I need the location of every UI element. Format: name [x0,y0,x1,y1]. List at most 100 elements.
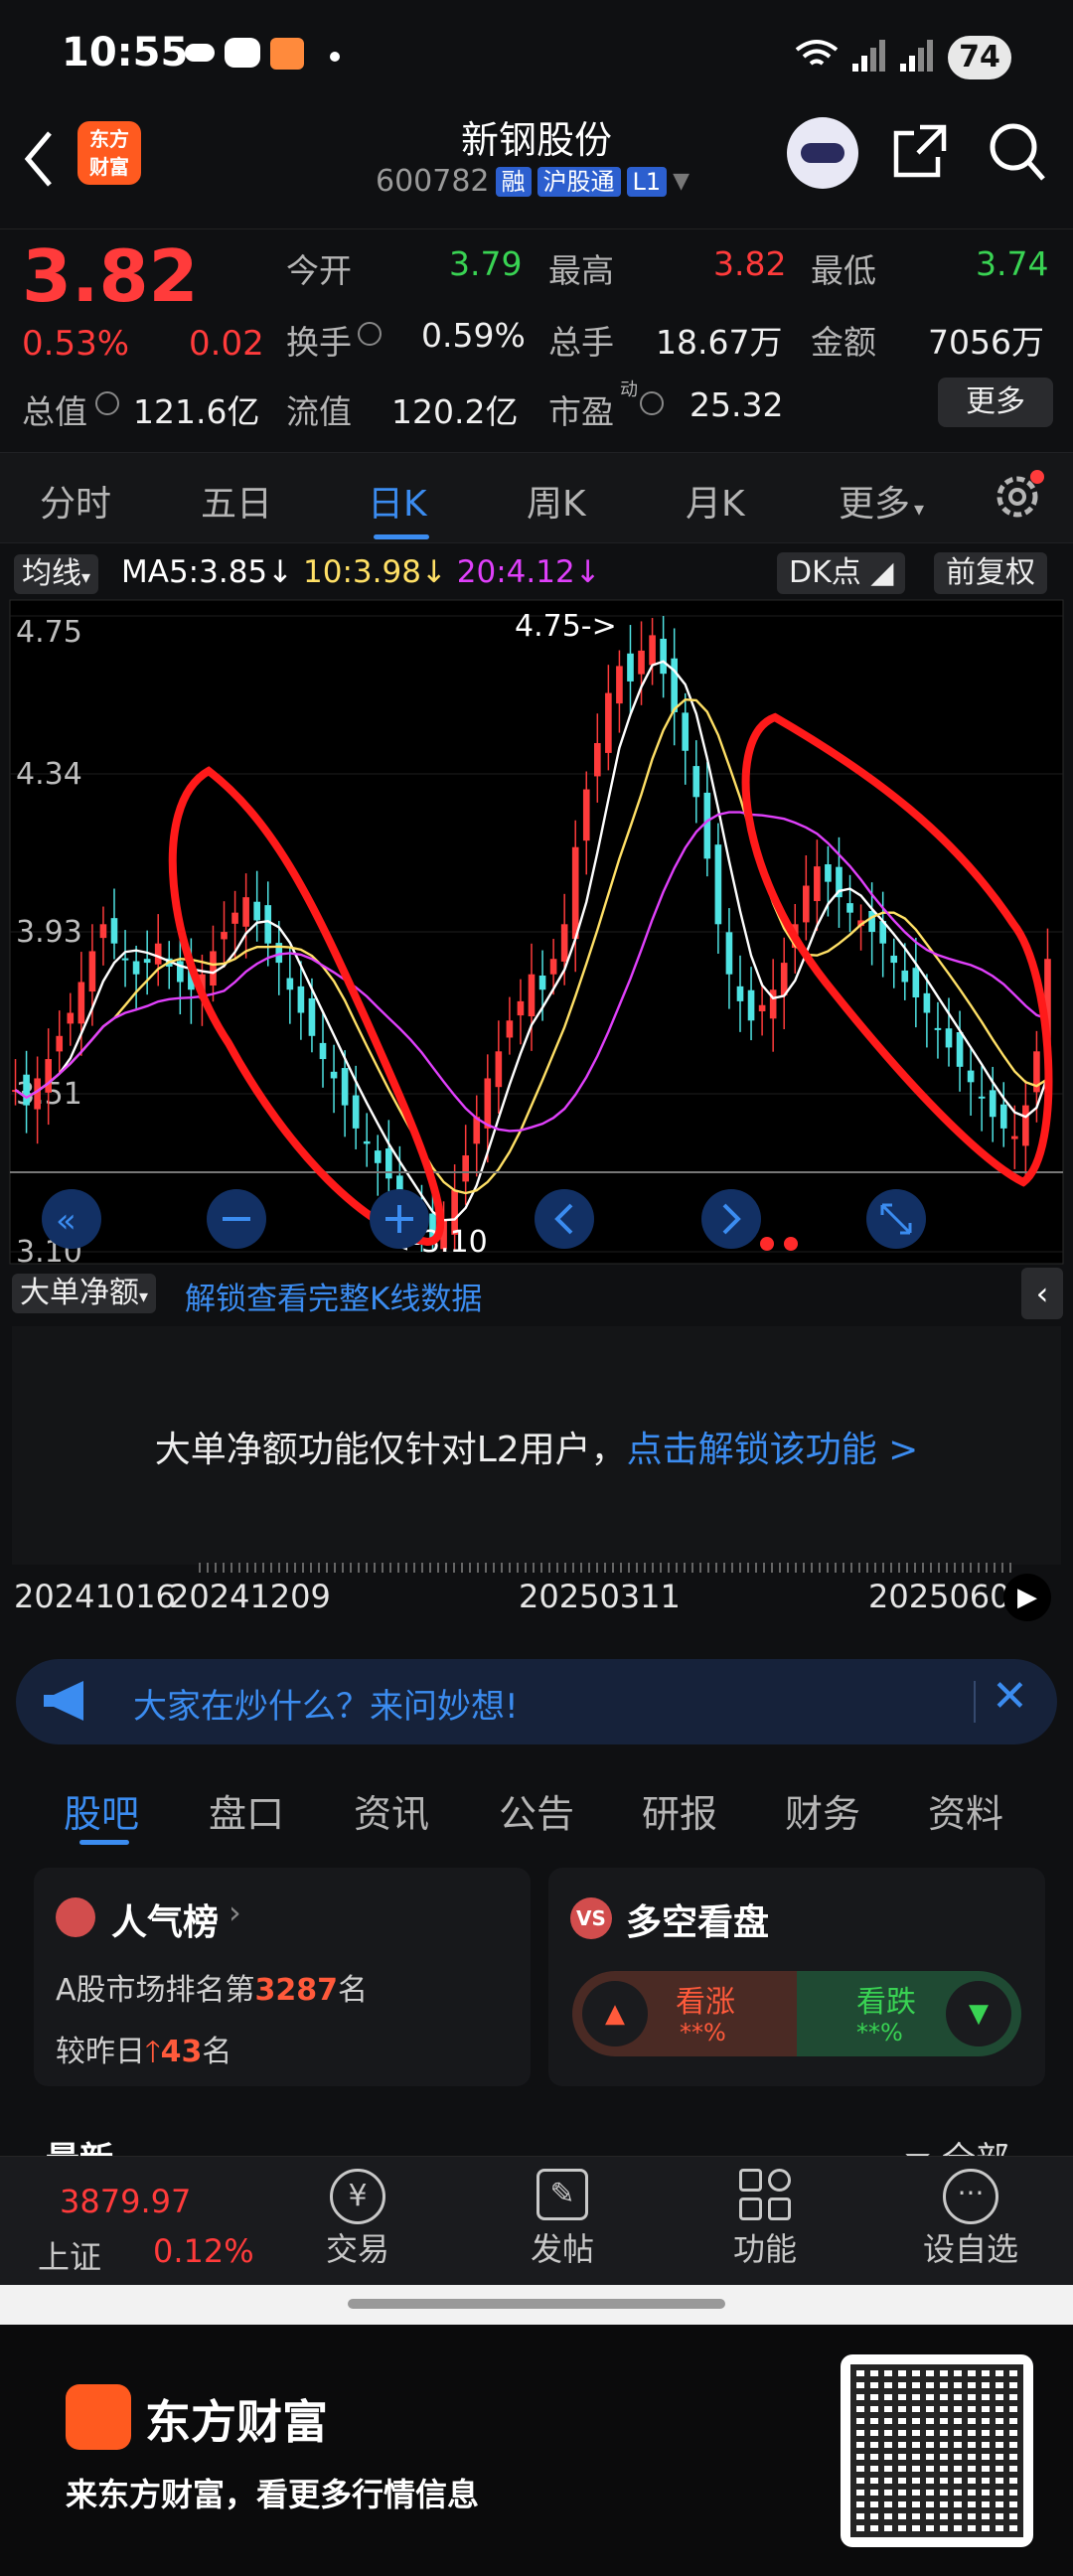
candle-body [945,1028,953,1048]
nav-features[interactable]: 功能 [723,2169,807,2270]
candle-body [484,1078,492,1129]
caret-down-icon: ▾ [139,1287,149,1307]
tab-intraday[interactable]: 分时 [40,475,111,527]
more-button[interactable]: 更多 [938,378,1053,427]
popularity-card[interactable]: 人气榜 › A股市场排名第3287名 较昨日🡑43名 [34,1868,531,2086]
candle-body [67,1012,75,1024]
bull-label: 看涨 [676,1985,735,2020]
tab-profile[interactable]: 资料 [928,1783,1003,1838]
candle-body [846,903,853,913]
status-bar: 10:55 74 [0,0,1073,109]
signal-icon [852,40,885,72]
candle-body [99,924,107,939]
high-label: 最高 [548,251,614,290]
grid-icon [739,2169,791,2220]
close-icon[interactable]: ✕ [992,1671,1028,1722]
divider [974,1681,976,1723]
candle-body [341,1068,349,1106]
sort-latest[interactable]: 最新 [46,2132,113,2156]
ma-readout: MA5:3.85↓ 10:3.98↓ 20:4.12↓ [121,554,601,590]
robot-assistant-icon[interactable] [787,117,858,189]
bear-percent: **% [856,2019,903,2046]
tab-weekly-k[interactable]: 周K [527,475,586,527]
filter-all[interactable]: ⏷ 全部 [904,2132,1009,2156]
bear-button[interactable]: 看跌 **% ▼ [797,1971,1021,2056]
dk-point-button[interactable]: DK点 ◢ [777,552,906,594]
tab-research[interactable]: 研报 [642,1783,717,1838]
next-range-button[interactable]: ▶ [1003,1574,1051,1621]
kline-chart[interactable]: 4.754.343.933.513.10 4.75-> <-3.10 « [0,596,1073,1272]
index-percent: 0.12% [153,2232,254,2270]
scroll-left-button[interactable] [535,1189,594,1249]
candle-body [132,961,140,975]
ma-selector[interactable]: 均线▾ [14,554,99,594]
tab-news[interactable]: 资讯 [354,1783,429,1838]
candle-body [374,1150,382,1163]
candle-body [549,959,557,975]
indicator-dot [760,1237,774,1251]
rank-prefix: A股市场排名第 [56,1973,255,2008]
home-bar-area [0,2285,1073,2325]
bull-button[interactable]: ▲ 看涨 **% [572,1971,797,2056]
info-circle-icon[interactable] [640,391,664,415]
gear-icon[interactable] [990,469,1045,525]
candle-body [45,1059,52,1093]
tab-monthly-k[interactable]: 月K [686,475,745,527]
share-icon[interactable] [890,121,950,181]
down-arrow-icon: ↓ [574,554,601,590]
candle-body [714,844,722,925]
candle-body [649,635,656,666]
candle-body [286,978,294,990]
info-circle-icon[interactable] [95,391,119,415]
nav-watchlist-label: 设自选 [922,2230,1018,2268]
adjust-button[interactable]: 前复权 [934,552,1047,594]
open-value: 3.79 [449,244,523,283]
home-indicator[interactable] [348,2299,725,2309]
nav-trade[interactable]: ¥ 交易 [318,2169,397,2270]
nav-post-label: 发帖 [530,2230,594,2268]
banner-text: 大家在炒什么？来问妙想! [133,1687,519,1727]
zoom-in-button[interactable] [370,1189,429,1249]
down-triangle-icon: ▼ [946,1981,1011,2046]
candle-body [23,1074,30,1106]
unlock-feature-link[interactable]: 点击解锁该功能 > [627,1430,919,1470]
chevron-down-icon[interactable]: ▼ [673,169,690,194]
collapse-panel-button[interactable]: ‹ [1021,1268,1063,1319]
candle-body [319,1042,327,1060]
tab-forum[interactable]: 股吧 [64,1783,139,1838]
candle-body [638,650,645,675]
scroll-right-button[interactable] [701,1189,761,1249]
status-time: 10:55 [62,30,189,76]
nav-watchlist[interactable]: ··· 设自选 [916,2169,1025,2270]
stock-code: 600782 [376,164,490,199]
fullscreen-button[interactable] [866,1189,926,1249]
more-circle-icon: ··· [943,2169,998,2224]
zoom-out-button[interactable] [207,1189,266,1249]
unlock-kline-link[interactable]: 解锁查看完整K线数据 [185,1274,482,1318]
nav-post[interactable]: ✎ 发帖 [521,2169,604,2270]
qr-code[interactable] [841,2354,1033,2547]
tag-margin: 融 [495,166,532,197]
scroll-left-fast-button[interactable]: « [42,1189,101,1249]
bear-label: 看跌 [856,1985,916,2020]
rank-change-suffix: 名 [202,2035,232,2069]
tag-level: L1 [626,166,668,197]
candle-body [242,897,249,927]
tab-five-day[interactable]: 五日 [201,475,272,527]
candle-body [814,866,821,902]
info-circle-icon[interactable] [358,322,382,346]
candle-body [747,989,755,1021]
tab-more[interactable]: 更多 ▾ [839,475,924,527]
tab-announcements[interactable]: 公告 [499,1783,574,1838]
date-label: 20241209 [169,1578,331,1615]
tab-orderbook[interactable]: 盘口 [209,1783,284,1838]
ask-assistant-banner[interactable]: 大家在炒什么？来问妙想! ✕ [16,1659,1057,1744]
tab-daily-k[interactable]: 日K [368,475,427,527]
search-icon[interactable] [988,121,1047,183]
subchart-selector[interactable]: 大单净额▾ [12,1274,157,1313]
tab-financials[interactable]: 财务 [785,1783,860,1838]
battery-level: 74 [948,36,1011,79]
promo-footer: 东方财富 来东方财富，看更多行情信息 [0,2325,1073,2576]
ma10-value: 10:3.98 [303,554,421,590]
edit-icon: ✎ [536,2169,588,2220]
